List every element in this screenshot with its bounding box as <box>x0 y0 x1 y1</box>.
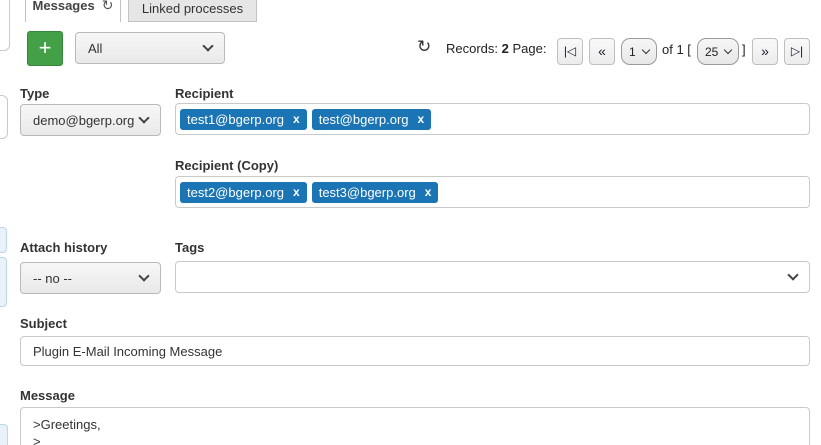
subject-input[interactable]: Plugin E-Mail Incoming Message <box>20 336 810 366</box>
records-status: Records: 2 Page: <box>446 41 547 56</box>
attach-history-label: Attach history <box>20 240 107 255</box>
page-size-select[interactable]: 25 <box>697 38 739 65</box>
message-edit-page: Messages ↻ Linked processes + All ↻ Reco… <box>0 0 821 445</box>
left-panel-fragment <box>0 424 8 445</box>
recipient-tag-text: test1@bgerp.org <box>187 112 284 127</box>
recipient-copy-field[interactable]: test2@bgerp.org x test3@bgerp.org x <box>175 176 810 208</box>
recipient-copy-tag: test3@bgerp.org x <box>312 182 439 203</box>
page-size-value: 25 <box>705 45 718 59</box>
message-textarea[interactable]: >Greetings, > <box>20 407 810 445</box>
recipient-tag: test@bgerp.org x <box>312 109 432 130</box>
recipient-field[interactable]: test1@bgerp.org x test@bgerp.org x <box>175 103 810 135</box>
subject-input-value: Plugin E-Mail Incoming Message <box>33 344 222 359</box>
left-panel-fragment <box>0 0 10 51</box>
records-label: Records: <box>446 41 498 56</box>
chevron-down-icon <box>202 40 213 51</box>
remove-tag-icon[interactable]: x <box>425 186 432 198</box>
chevron-down-icon <box>641 45 649 53</box>
recipient-copy-tag: test2@bgerp.org x <box>180 182 307 203</box>
subject-label: Subject <box>20 316 67 331</box>
recipient-label: Recipient <box>175 86 234 101</box>
page-number-select[interactable]: 1 <box>621 38 657 65</box>
next-page-button[interactable]: » <box>752 38 778 65</box>
tab-linked-processes[interactable]: Linked processes <box>128 0 257 22</box>
chevron-down-icon <box>724 45 732 53</box>
add-message-button[interactable]: + <box>27 31 63 66</box>
tab-linked-processes-label: Linked processes <box>142 1 243 16</box>
last-page-button[interactable]: ▷| <box>784 38 810 65</box>
tags-combobox[interactable] <box>175 261 810 293</box>
remove-tag-icon[interactable]: x <box>293 113 300 125</box>
prev-page-button[interactable]: « <box>589 38 615 65</box>
type-select-value: demo@bgerp.org <box>33 113 134 128</box>
left-panel-fragment <box>0 95 8 139</box>
recipient-tag: test1@bgerp.org x <box>180 109 307 130</box>
chevron-down-icon <box>787 269 798 280</box>
filter-select[interactable]: All <box>75 32 225 64</box>
page-number-value: 1 <box>629 45 636 59</box>
records-count: 2 <box>502 41 509 56</box>
message-label: Message <box>20 388 75 403</box>
tab-messages[interactable]: Messages ↻ <box>25 0 121 22</box>
page-label: Page: <box>513 41 547 56</box>
left-panel-fragment <box>0 257 7 307</box>
left-panel-fragment <box>0 227 7 253</box>
recipient-copy-tag-text: test3@bgerp.org <box>319 185 416 200</box>
first-page-button[interactable]: |◁ <box>557 38 583 65</box>
refresh-icon[interactable]: ↻ <box>102 0 114 14</box>
attach-history-select[interactable]: -- no -- <box>20 262 161 294</box>
chevron-down-icon <box>138 270 149 281</box>
remove-tag-icon[interactable]: x <box>293 186 300 198</box>
tab-messages-label: Messages <box>33 0 95 13</box>
tags-label: Tags <box>175 240 204 255</box>
type-select[interactable]: demo@bgerp.org <box>20 104 161 136</box>
type-label: Type <box>20 86 49 101</box>
attach-history-value: -- no -- <box>33 271 72 286</box>
recipient-copy-label: Recipient (Copy) <box>175 158 278 173</box>
chevron-down-icon <box>138 112 149 123</box>
remove-tag-icon[interactable]: x <box>418 113 425 125</box>
recipient-copy-tag-text: test2@bgerp.org <box>187 185 284 200</box>
recipient-tag-text: test@bgerp.org <box>319 112 409 127</box>
bracket-close-text: ] <box>742 42 746 57</box>
filter-select-value: All <box>88 41 102 56</box>
page-of-text: of 1 [ <box>662 42 691 57</box>
list-refresh-icon[interactable]: ↻ <box>417 37 431 57</box>
